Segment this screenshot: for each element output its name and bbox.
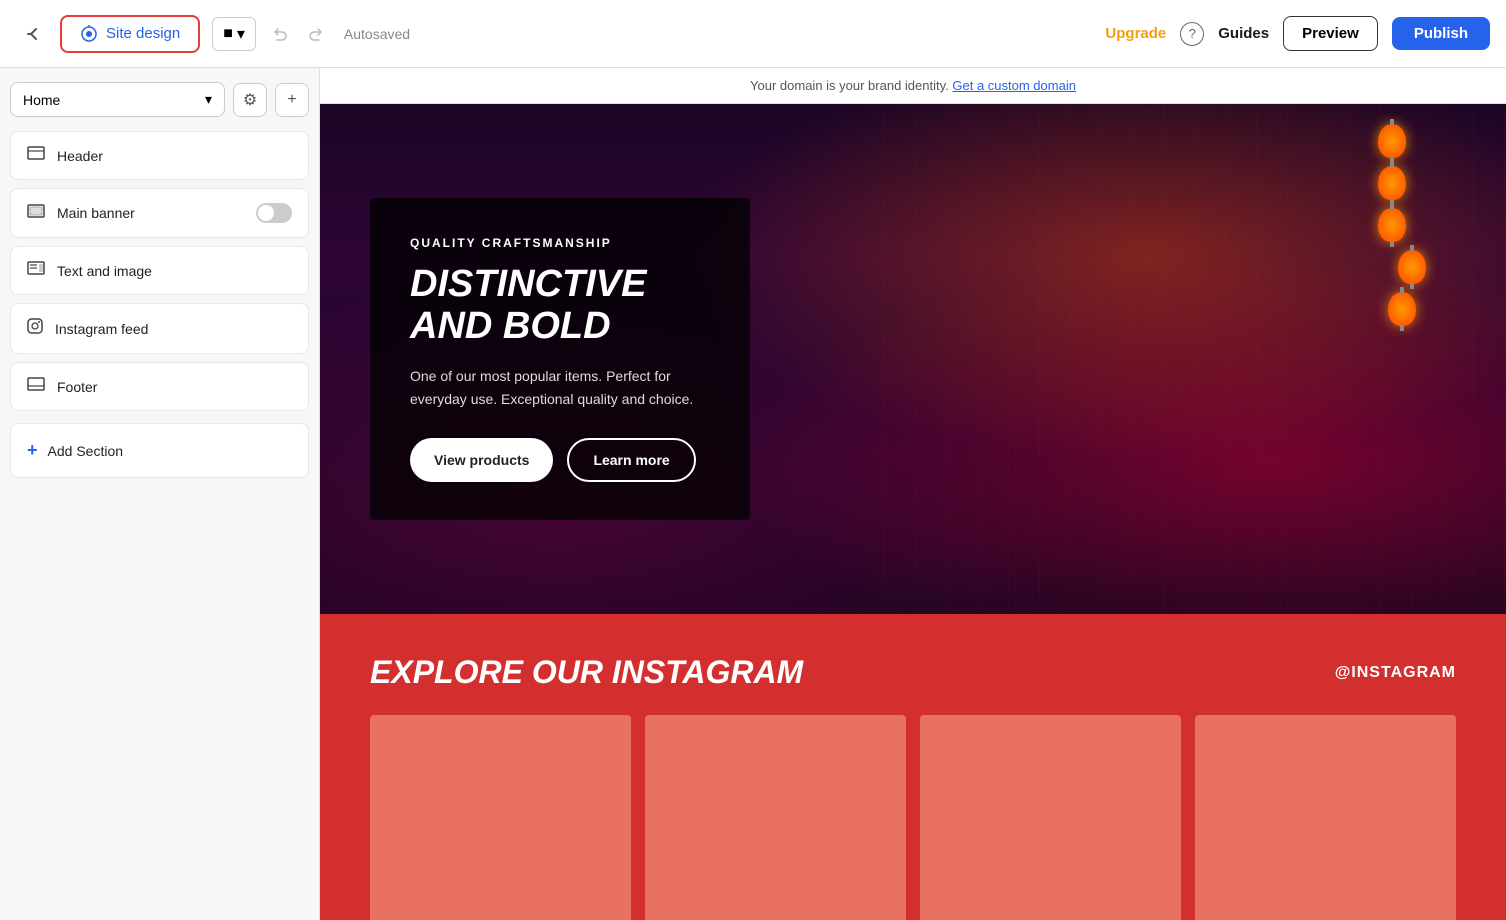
- sidebar-item-header[interactable]: Header: [10, 131, 309, 180]
- lantern-3: [1378, 208, 1406, 242]
- hero-card: QUALITY CRAFTSMANSHIP DISTINCTIVE AND BO…: [370, 198, 750, 520]
- site-design-label: Site design: [106, 25, 180, 42]
- hero-subtitle: QUALITY CRAFTSMANSHIP: [410, 236, 710, 250]
- toolbar-right: Upgrade ? Guides Preview Publish: [1105, 16, 1490, 51]
- domain-banner: Your domain is your brand identity. Get …: [320, 68, 1506, 104]
- page-label: Home: [23, 92, 60, 108]
- header-section-icon: [27, 146, 45, 165]
- device-icon: ■: [223, 25, 233, 43]
- main-banner-section-icon: [27, 204, 45, 223]
- device-selector[interactable]: ■ ▾: [212, 17, 256, 51]
- preview-frame: Your domain is your brand identity. Get …: [320, 68, 1506, 920]
- device-chevron-icon: ▾: [237, 24, 245, 44]
- instagram-section-label: Instagram feed: [55, 321, 292, 337]
- hero-section: QUALITY CRAFTSMANSHIP DISTINCTIVE AND BO…: [320, 104, 1506, 614]
- page-selector-row: Home ▾ ⚙ +: [10, 82, 309, 117]
- sidebar-item-instagram-feed[interactable]: Instagram feed: [10, 303, 309, 354]
- view-products-button[interactable]: View products: [410, 438, 553, 482]
- publish-button[interactable]: Publish: [1392, 17, 1490, 50]
- gear-icon: ⚙: [243, 90, 257, 110]
- add-section-icon: +: [27, 440, 38, 461]
- add-page-icon: +: [287, 91, 296, 109]
- footer-section-label: Footer: [57, 379, 292, 395]
- add-section-button[interactable]: + Add Section: [10, 423, 309, 478]
- text-image-section-label: Text and image: [57, 263, 292, 279]
- learn-more-button[interactable]: Learn more: [567, 438, 695, 482]
- main-layout: Home ▾ ⚙ + Header: [0, 68, 1506, 920]
- instagram-item-3[interactable]: [920, 715, 1181, 920]
- header-section-label: Header: [57, 148, 292, 164]
- site-design-button[interactable]: Site design: [60, 15, 200, 53]
- help-button[interactable]: ?: [1180, 22, 1204, 46]
- guides-link[interactable]: Guides: [1218, 25, 1269, 42]
- page-gear-button[interactable]: ⚙: [233, 83, 267, 117]
- sidebar-item-footer[interactable]: Footer: [10, 362, 309, 411]
- main-banner-section-label: Main banner: [57, 205, 244, 221]
- instagram-grid: [370, 715, 1456, 920]
- add-section-label: Add Section: [48, 443, 124, 459]
- hero-buttons: View products Learn more: [410, 438, 710, 482]
- page-add-button[interactable]: +: [275, 83, 309, 117]
- instagram-item-4[interactable]: [1195, 715, 1456, 920]
- exit-button[interactable]: [16, 16, 52, 52]
- upgrade-link[interactable]: Upgrade: [1105, 25, 1166, 42]
- lanterns-decoration: [1358, 124, 1426, 326]
- instagram-section: EXPLORE OUR INSTAGRAM @INSTAGRAM: [320, 614, 1506, 920]
- footer-section-icon: [27, 377, 45, 396]
- lantern-4: [1398, 250, 1426, 284]
- page-chevron-icon: ▾: [205, 91, 212, 108]
- instagram-item-1[interactable]: [370, 715, 631, 920]
- toolbar-center: ■ ▾ Autosaved: [212, 17, 1093, 51]
- domain-banner-text: Your domain is your brand identity.: [750, 78, 949, 93]
- autosaved-status: Autosaved: [344, 26, 410, 42]
- preview-button[interactable]: Preview: [1283, 16, 1378, 51]
- help-icon: ?: [1189, 26, 1196, 41]
- preview-area[interactable]: Your domain is your brand identity. Get …: [320, 68, 1506, 920]
- toolbar-left: Site design: [16, 15, 200, 53]
- hero-description: One of our most popular items. Perfect f…: [410, 365, 710, 410]
- domain-link[interactable]: Get a custom domain: [952, 78, 1076, 93]
- lantern-1: [1378, 124, 1406, 158]
- main-banner-toggle[interactable]: [256, 203, 292, 223]
- lantern-5: [1388, 292, 1416, 326]
- undo-button[interactable]: [264, 18, 296, 50]
- instagram-handle: @INSTAGRAM: [1335, 664, 1456, 682]
- sidebar: Home ▾ ⚙ + Header: [0, 68, 320, 920]
- hero-title: DISTINCTIVE AND BOLD: [410, 264, 710, 348]
- text-image-section-icon: [27, 261, 45, 280]
- sidebar-item-main-banner[interactable]: Main banner: [10, 188, 309, 238]
- instagram-section-icon: [27, 318, 43, 339]
- main-banner-toggle-knob: [258, 205, 274, 221]
- page-dropdown[interactable]: Home ▾: [10, 82, 225, 117]
- redo-button[interactable]: [300, 18, 332, 50]
- lantern-2: [1378, 166, 1406, 200]
- toolbar: Site design ■ ▾ Autosaved Upgrade: [0, 0, 1506, 68]
- instagram-header: EXPLORE OUR INSTAGRAM @INSTAGRAM: [370, 654, 1456, 691]
- undo-redo-group: [264, 18, 332, 50]
- instagram-title: EXPLORE OUR INSTAGRAM: [370, 654, 803, 691]
- instagram-item-2[interactable]: [645, 715, 906, 920]
- sidebar-item-text-and-image[interactable]: Text and image: [10, 246, 309, 295]
